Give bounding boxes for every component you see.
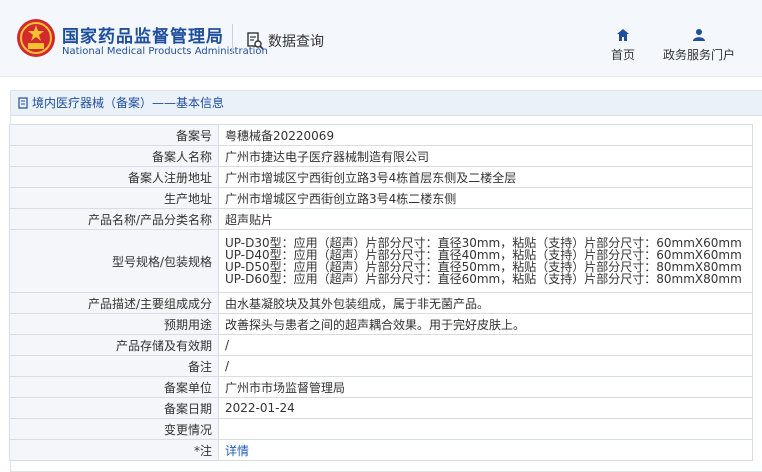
- row-value: 粤穗械备20220069: [218, 124, 753, 146]
- table-row: 产品存储及有效期 /: [9, 334, 753, 356]
- row-label: *注: [9, 439, 219, 461]
- row-label: 变更情况: [9, 418, 219, 440]
- nav-gov-label: 政务服务门户: [663, 48, 736, 62]
- table-row: 备案人注册地址 广州市增城区宁西街创立路3号4栋首层东侧及二楼全层: [9, 166, 753, 188]
- row-value: 2022-01-24: [218, 397, 753, 419]
- row-label: 产品存储及有效期: [9, 334, 219, 356]
- row-label: 备案号: [9, 124, 219, 146]
- row-value: 广州市捷达电子医疗器械制造有限公司: [218, 145, 753, 167]
- row-label: 产品描述/主要组成成分: [9, 292, 219, 314]
- row-value: /: [218, 334, 753, 356]
- user-icon: [693, 29, 705, 41]
- row-value: [218, 418, 753, 440]
- table-row: 备案号 粤穗械备20220069: [9, 124, 753, 146]
- table-row: 备案日期 2022-01-24: [9, 397, 753, 419]
- table-row: 备案单位 广州市市场监督管理局: [9, 376, 753, 398]
- row-value: 由水基凝胶块及其外包装组成，属于非无菌产品。: [218, 292, 753, 314]
- row-label: 备案单位: [9, 376, 219, 398]
- table-row: 预期用途 改善探头与患者之间的超声耦合效果。用于完好皮肤上。: [9, 313, 753, 335]
- panel-title: 境内医疗器械（备案）——基本信息: [32, 96, 225, 110]
- row-label: 预期用途: [9, 313, 219, 335]
- table-row: 变更情况: [9, 418, 753, 440]
- table-row: 生产地址 广州市增城区宁西街创立路3号4栋二楼东侧: [9, 187, 753, 209]
- row-label: 生产地址: [9, 187, 219, 209]
- row-label: 备注: [9, 355, 219, 377]
- site-header: 国家药品监督管理局 National Medical Products Admi…: [0, 0, 762, 77]
- home-icon: [617, 29, 629, 41]
- table-row: 备注 /: [9, 355, 753, 377]
- spec-line: UP-D60型：应用（超声）片部分尺寸：直径60mm，粘贴（支持）片部分尺寸：8…: [225, 272, 742, 286]
- panel-title-bar: 境内医疗器械（备案）——基本信息: [11, 91, 762, 116]
- brand-name-en: National Medical Products Administration: [62, 46, 268, 57]
- row-value: /: [218, 355, 753, 377]
- row-label: 产品名称/产品分类名称: [9, 208, 219, 230]
- row-label: 备案日期: [9, 397, 219, 419]
- nav-home[interactable]: 首页: [611, 28, 635, 63]
- document-icon: [18, 97, 28, 109]
- row-label: 备案人注册地址: [9, 166, 219, 188]
- row-value: 改善探头与患者之间的超声耦合效果。用于完好皮肤上。: [218, 313, 753, 335]
- search-document-icon: [247, 32, 264, 50]
- row-value: 广州市增城区宁西街创立路3号4栋首层东侧及二楼全层: [218, 166, 753, 188]
- data-query-label: 数据查询: [268, 34, 324, 50]
- brand-name-cn: 国家药品监督管理局: [62, 27, 224, 47]
- header-divider: [232, 24, 233, 54]
- national-emblem-icon: [17, 19, 55, 57]
- nav-home-label: 首页: [611, 48, 636, 62]
- row-label: 型号规格/包装规格: [9, 229, 219, 293]
- table-row: *注 详情: [9, 439, 753, 461]
- nav-gov-service[interactable]: 政务服务门户: [663, 28, 735, 63]
- details-link[interactable]: 详情: [225, 444, 249, 458]
- row-value: 广州市市场监督管理局: [218, 376, 753, 398]
- table-row: 备案人名称 广州市捷达电子医疗器械制造有限公司: [9, 145, 753, 167]
- table-row: 产品描述/主要组成成分 由水基凝胶块及其外包装组成，属于非无菌产品。: [9, 292, 753, 314]
- table-row: 产品名称/产品分类名称 超声贴片: [9, 208, 753, 230]
- row-value: 广州市增城区宁西街创立路3号4栋二楼东侧: [218, 187, 753, 209]
- row-value: 超声贴片: [218, 208, 753, 230]
- data-query-link[interactable]: 数据查询: [246, 31, 324, 51]
- row-label: 备案人名称: [9, 145, 219, 167]
- record-table: 备案号 粤穗械备20220069 备案人名称 广州市捷达电子医疗器械制造有限公司…: [9, 124, 753, 461]
- row-value-cell: 详情: [218, 439, 753, 461]
- row-value-multiline: UP-D30型：应用（超声）片部分尺寸：直径30mm，粘贴（支持）片部分尺寸：6…: [218, 229, 753, 293]
- table-row: 型号规格/包装规格 UP-D30型：应用（超声）片部分尺寸：直径30mm，粘贴（…: [9, 229, 753, 293]
